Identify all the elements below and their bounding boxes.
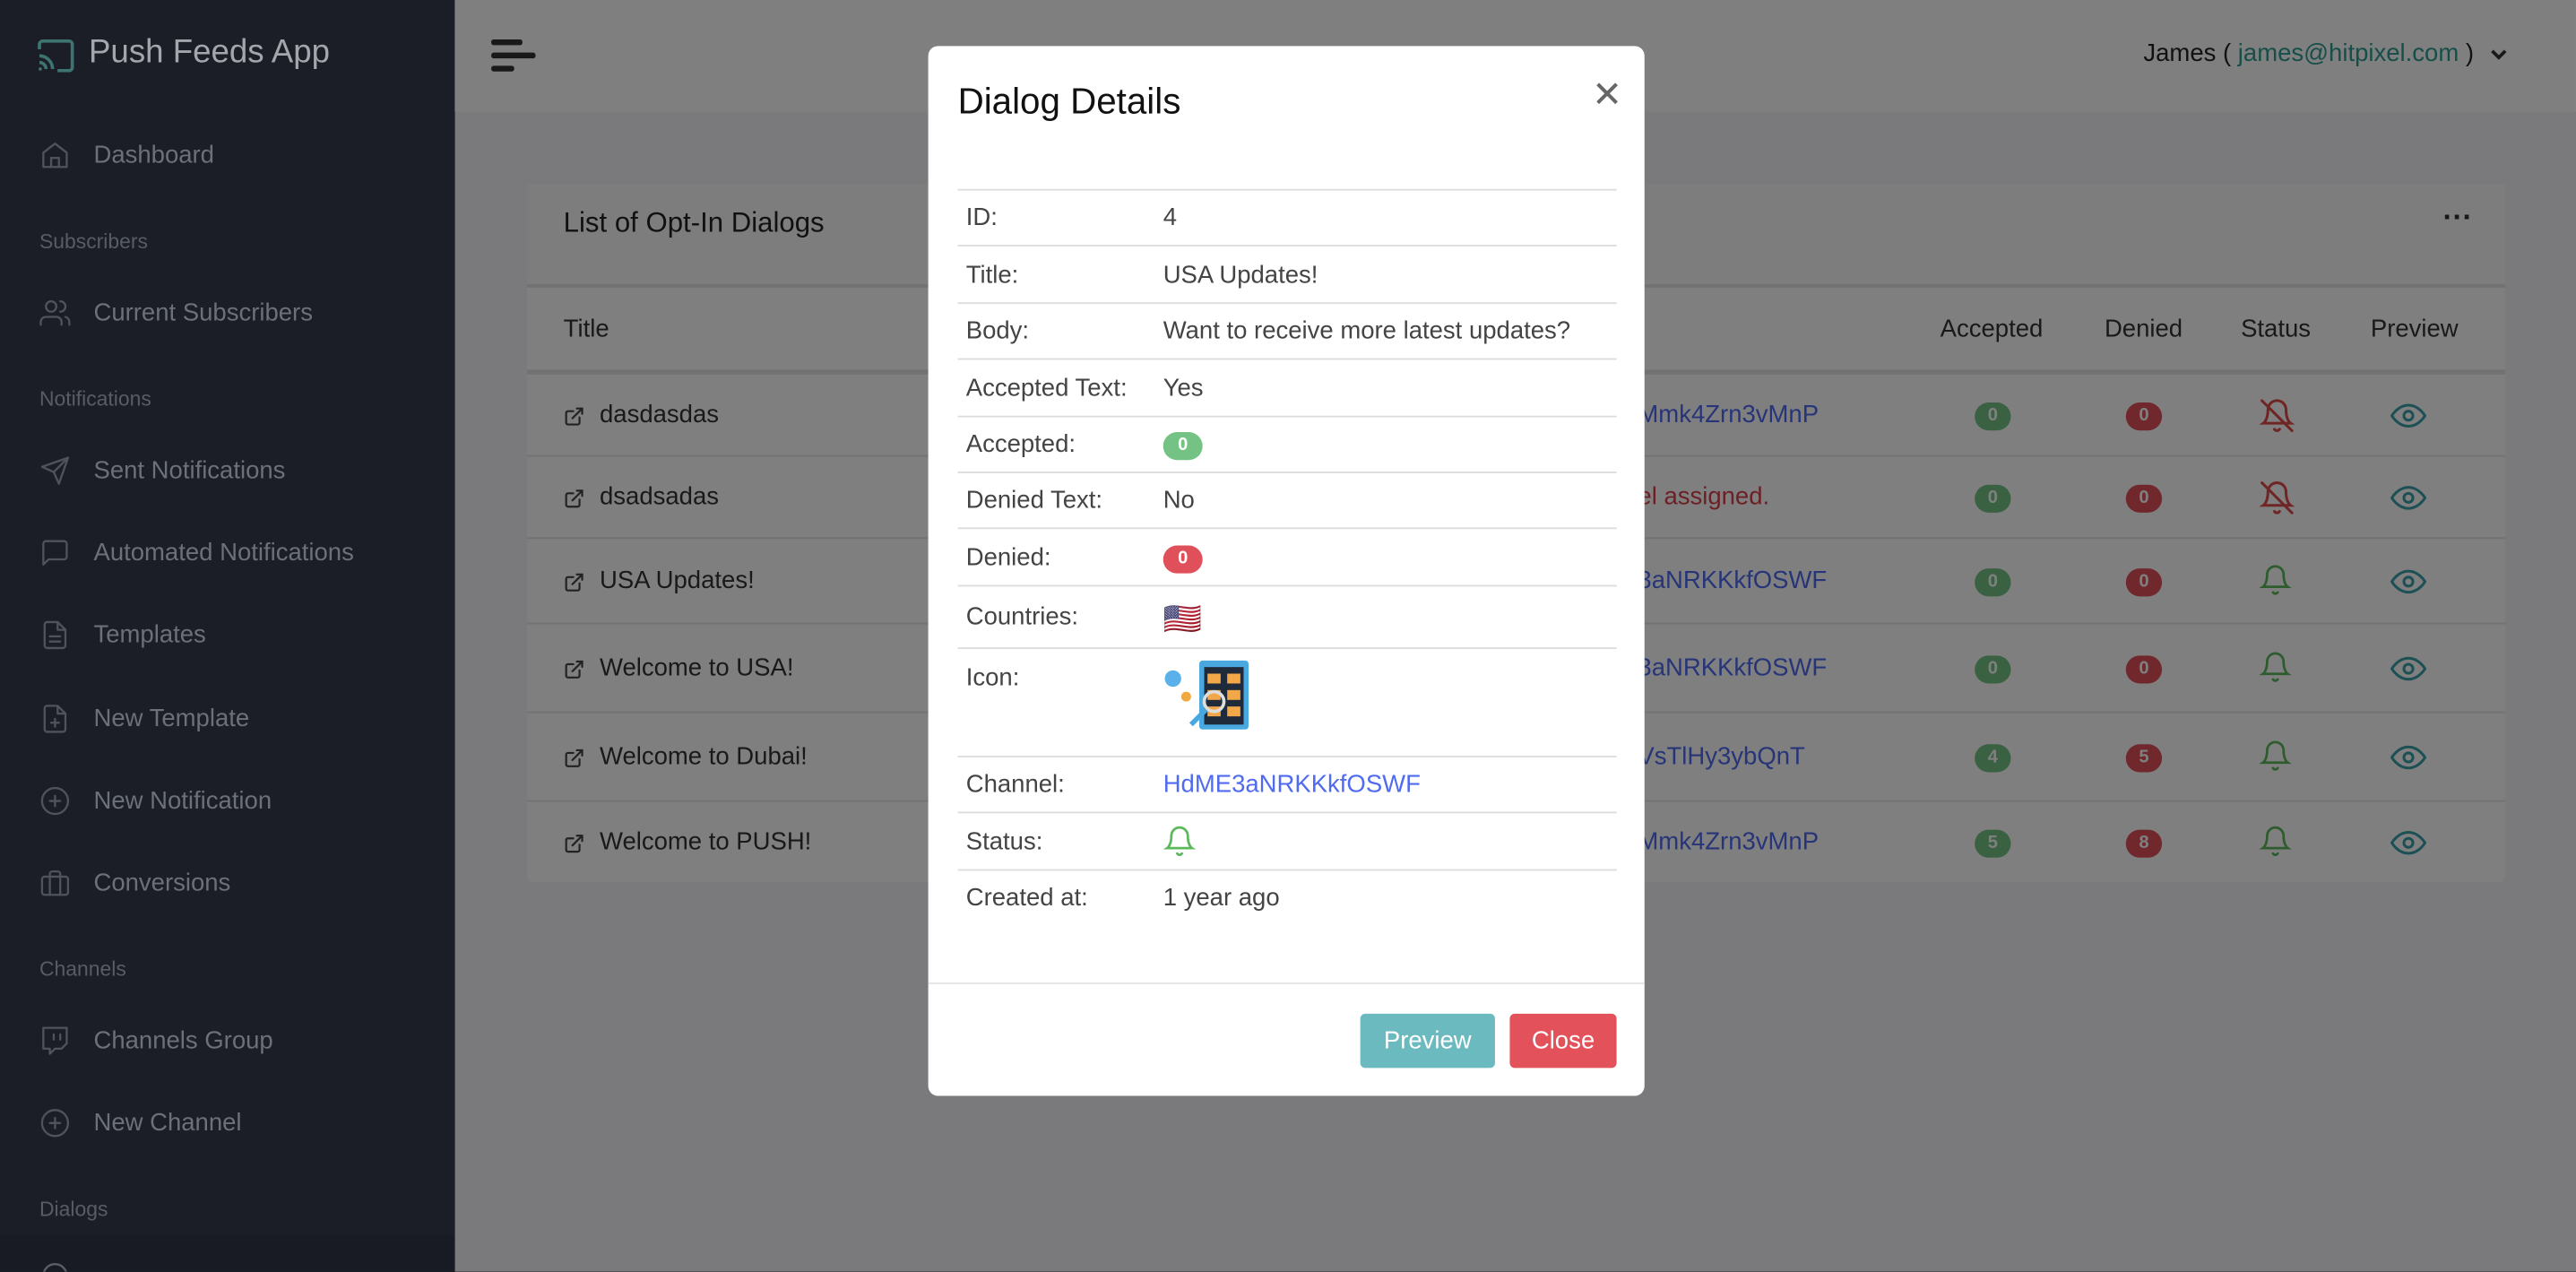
detail-row-accepted: Accepted: 0 bbox=[957, 415, 1617, 473]
detail-row-denied-text: Denied Text: No bbox=[957, 472, 1617, 529]
sidebar-item-automated-notifications[interactable]: Automated Notifications bbox=[0, 519, 455, 584]
channel-link[interactable]: HdME3aNRKKkfOSWF bbox=[1163, 771, 1421, 799]
detail-row-created-at: Created at: 1 year ago bbox=[957, 869, 1617, 927]
sidebar-item-label: Templates bbox=[93, 619, 206, 649]
cast-icon bbox=[38, 39, 74, 73]
detail-row-status: Status: bbox=[957, 811, 1617, 870]
detail-row-denied: Denied: 0 bbox=[957, 527, 1617, 586]
sidebar-item-conversions[interactable]: Conversions bbox=[0, 850, 455, 915]
detail-label: Created at: bbox=[965, 884, 1088, 913]
sidebar-item-label: New Channel bbox=[93, 1108, 242, 1137]
detail-label: Icon: bbox=[965, 663, 1020, 692]
sidebar-item-partial[interactable] bbox=[0, 1235, 455, 1272]
sidebar-item-channels-group[interactable]: Channels Group bbox=[0, 1008, 455, 1073]
sidebar-section-header: Dialogs bbox=[39, 1198, 108, 1221]
sidebar: Push Feeds App Dashboard Subscribers Curre… bbox=[0, 0, 455, 1272]
sidebar-item-label: New Template bbox=[93, 704, 250, 732]
plus-circle-icon bbox=[40, 1108, 70, 1137]
detail-row-accepted-text: Accepted Text: Yes bbox=[957, 358, 1617, 418]
detail-row-body: Body: Want to receive more latest updates… bbox=[957, 302, 1617, 359]
sidebar-item-new-notification[interactable]: New Notification bbox=[0, 767, 455, 833]
detail-label: Denied: bbox=[965, 542, 1051, 571]
created-at-value: 1 year ago bbox=[1163, 884, 1280, 913]
status-indicator bbox=[1163, 824, 1197, 863]
sidebar-section-header: Channels bbox=[39, 957, 126, 982]
modal-title: Dialog Details bbox=[957, 80, 1181, 122]
briefcase-icon bbox=[40, 870, 70, 896]
sidebar-section-header: Subscribers bbox=[39, 229, 148, 254]
message-square-icon bbox=[42, 539, 68, 566]
detail-label: Countries: bbox=[965, 602, 1079, 631]
accepted-count-badge: 0 bbox=[1163, 432, 1203, 461]
sidebar-item-sent-notifications[interactable]: Sent Notifications bbox=[0, 437, 455, 503]
detail-row-title: Title: USA Updates! bbox=[957, 245, 1617, 304]
sidebar-item-new-template[interactable]: New Template bbox=[0, 685, 455, 750]
app-logo[interactable]: Push Feeds App bbox=[36, 34, 365, 77]
search-icon bbox=[42, 1263, 67, 1272]
home-icon bbox=[42, 142, 68, 168]
bell-icon bbox=[1163, 825, 1197, 856]
country-flag: 🇺🇸 bbox=[1163, 602, 1203, 638]
sidebar-item-label: Dashboard bbox=[93, 140, 214, 169]
sidebar-item-label: New Notification bbox=[93, 786, 272, 815]
body-value: Want to receive more latest updates? bbox=[1163, 316, 1571, 345]
preview-button[interactable]: Preview bbox=[1360, 1013, 1495, 1069]
dialog-details-modal: Dialog Details ✕ ID: 4 Title: USA Updates! B… bbox=[928, 46, 1645, 1096]
twitch-icon bbox=[42, 1025, 68, 1054]
modal-footer bbox=[928, 982, 1645, 984]
sidebar-item-label: Sent Notifications bbox=[93, 455, 286, 484]
detail-label: Accepted: bbox=[965, 430, 1076, 459]
sidebar-item-templates[interactable]: Templates bbox=[0, 601, 455, 667]
close-icon[interactable]: ✕ bbox=[1592, 74, 1622, 117]
file-plus-icon bbox=[43, 704, 67, 732]
close-button[interactable]: Close bbox=[1509, 1013, 1617, 1069]
denied-text-value: No bbox=[1163, 486, 1195, 515]
detail-row-id: ID: 4 bbox=[957, 188, 1617, 247]
sidebar-item-label: Channels Group bbox=[93, 1025, 273, 1054]
file-text-icon bbox=[43, 619, 67, 649]
detail-label: Status: bbox=[965, 826, 1043, 856]
detail-label: Title: bbox=[965, 260, 1019, 289]
sidebar-item-dashboard[interactable]: Dashboard bbox=[0, 122, 455, 187]
detail-row-channel: Channel: HdME3aNRKKkfOSWF bbox=[957, 756, 1617, 813]
detail-label: Denied Text: bbox=[965, 486, 1103, 515]
accepted-text-value: Yes bbox=[1163, 373, 1204, 402]
detail-row-icon: Icon: bbox=[957, 647, 1617, 757]
sidebar-item-new-channel[interactable]: New Channel bbox=[0, 1089, 455, 1155]
send-icon bbox=[40, 455, 70, 484]
plus-circle-icon bbox=[40, 785, 70, 815]
detail-label: Channel: bbox=[965, 770, 1065, 799]
title-value: USA Updates! bbox=[1163, 260, 1318, 289]
detail-row-countries: Countries: 🇺🇸 bbox=[957, 584, 1617, 649]
sidebar-item-label: Current Subscribers bbox=[93, 298, 313, 326]
dialog-icon-image bbox=[1164, 660, 1249, 730]
detail-label: ID: bbox=[965, 203, 998, 232]
users-icon bbox=[39, 299, 71, 325]
sidebar-item-label: Conversions bbox=[93, 868, 231, 896]
denied-count-badge: 0 bbox=[1163, 544, 1203, 573]
sidebar-item-current-subscribers[interactable]: Current Subscribers bbox=[0, 280, 455, 345]
sidebar-section-header: Notifications bbox=[39, 387, 151, 411]
sidebar-item-label: Automated Notifications bbox=[93, 538, 354, 567]
id-value: 4 bbox=[1163, 203, 1177, 232]
detail-label: Accepted Text: bbox=[965, 373, 1128, 402]
detail-label: Body: bbox=[965, 316, 1030, 345]
app-name: Push Feeds App bbox=[88, 34, 331, 71]
